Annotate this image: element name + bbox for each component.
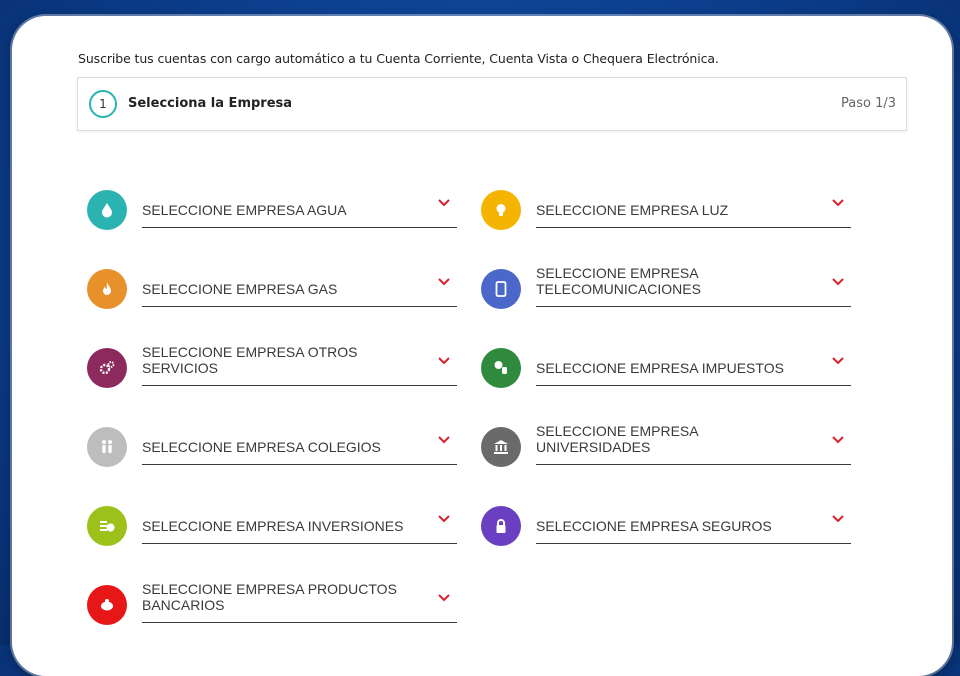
select-label: SELECCIONE EMPRESA OTROS SERVICIOS — [142, 344, 358, 376]
chevron-down-icon — [438, 594, 450, 602]
tax-money-icon — [481, 348, 521, 388]
university-building-icon — [481, 427, 521, 467]
chevron-down-icon — [438, 515, 450, 523]
select-underline — [142, 227, 457, 228]
chevron-down-icon — [438, 278, 450, 286]
lightbulb-icon — [481, 190, 521, 230]
select-label: SELECCIONE EMPRESA LUZ — [536, 202, 729, 218]
select-label: SELECCIONE EMPRESA INVERSIONES — [142, 518, 404, 534]
select-underline — [536, 543, 851, 544]
flame-icon — [87, 269, 127, 309]
select-label: SELECCIONE EMPRESA PRODUCTOS BANCARIOS — [142, 581, 397, 613]
select-empresa-gas[interactable]: SELECCIONE EMPRESA GAS — [87, 257, 462, 309]
chevron-down-icon — [832, 436, 844, 444]
select-empresa-productos-bancarios[interactable]: SELECCIONE EMPRESA PRODUCTOS BANCARIOS — [87, 573, 462, 625]
select-empresa-otros-servicios[interactable]: SELECCIONE EMPRESA OTROS SERVICIOS — [87, 336, 462, 388]
chevron-down-icon — [832, 199, 844, 207]
select-empresa-agua[interactable]: SELECCIONE EMPRESA AGUA — [87, 178, 462, 230]
chevron-down-icon — [438, 199, 450, 207]
select-empresa-universidades[interactable]: SELECCIONE EMPRESA UNIVERSIDADES — [481, 415, 856, 467]
mobile-phone-icon — [481, 269, 521, 309]
select-underline — [142, 543, 457, 544]
chevron-down-icon — [438, 436, 450, 444]
step-title: Selecciona la Empresa — [128, 96, 293, 111]
gears-icon — [87, 348, 127, 388]
select-label: SELECCIONE EMPRESA TELECOMUNICACIONES — [536, 265, 701, 297]
select-empresa-colegios[interactable]: SELECCIONE EMPRESA COLEGIOS — [87, 415, 462, 467]
chevron-down-icon — [438, 357, 450, 365]
select-underline — [536, 385, 851, 386]
step-header: 1 Selecciona la Empresa Paso 1/3 — [77, 77, 907, 131]
chevron-down-icon — [832, 278, 844, 286]
select-underline — [536, 306, 851, 307]
students-icon — [87, 427, 127, 467]
select-empresa-inversiones[interactable]: SELECCIONE EMPRESA INVERSIONES — [87, 494, 462, 546]
subscription-card: Suscribe tus cuentas con cargo automátic… — [12, 16, 952, 676]
step-number-badge: 1 — [89, 90, 117, 118]
chevron-down-icon — [832, 357, 844, 365]
select-label: SELECCIONE EMPRESA SEGUROS — [536, 518, 772, 534]
select-empresa-impuestos[interactable]: SELECCIONE EMPRESA IMPUESTOS — [481, 336, 856, 388]
intro-text: Suscribe tus cuentas con cargo automátic… — [78, 51, 719, 66]
select-empresa-luz[interactable]: SELECCIONE EMPRESA LUZ — [481, 178, 856, 230]
select-empresa-seguros[interactable]: SELECCIONE EMPRESA SEGUROS — [481, 494, 856, 546]
coins-icon — [87, 506, 127, 546]
select-label: SELECCIONE EMPRESA UNIVERSIDADES — [536, 423, 698, 455]
select-label: SELECCIONE EMPRESA GAS — [142, 281, 338, 297]
piggy-bank-icon — [87, 585, 127, 625]
select-underline — [536, 227, 851, 228]
chevron-down-icon — [832, 515, 844, 523]
select-underline — [142, 464, 457, 465]
select-empresa-telecomunicaciones[interactable]: SELECCIONE EMPRESA TELECOMUNICACIONES — [481, 257, 856, 309]
select-label: SELECCIONE EMPRESA AGUA — [142, 202, 347, 218]
select-underline — [536, 464, 851, 465]
select-underline — [142, 385, 457, 386]
padlock-icon — [481, 506, 521, 546]
select-label: SELECCIONE EMPRESA IMPUESTOS — [536, 360, 784, 376]
select-underline — [142, 622, 457, 623]
select-underline — [142, 306, 457, 307]
water-drop-icon — [87, 190, 127, 230]
step-progress: Paso 1/3 — [840, 96, 896, 111]
select-label: SELECCIONE EMPRESA COLEGIOS — [142, 439, 381, 455]
